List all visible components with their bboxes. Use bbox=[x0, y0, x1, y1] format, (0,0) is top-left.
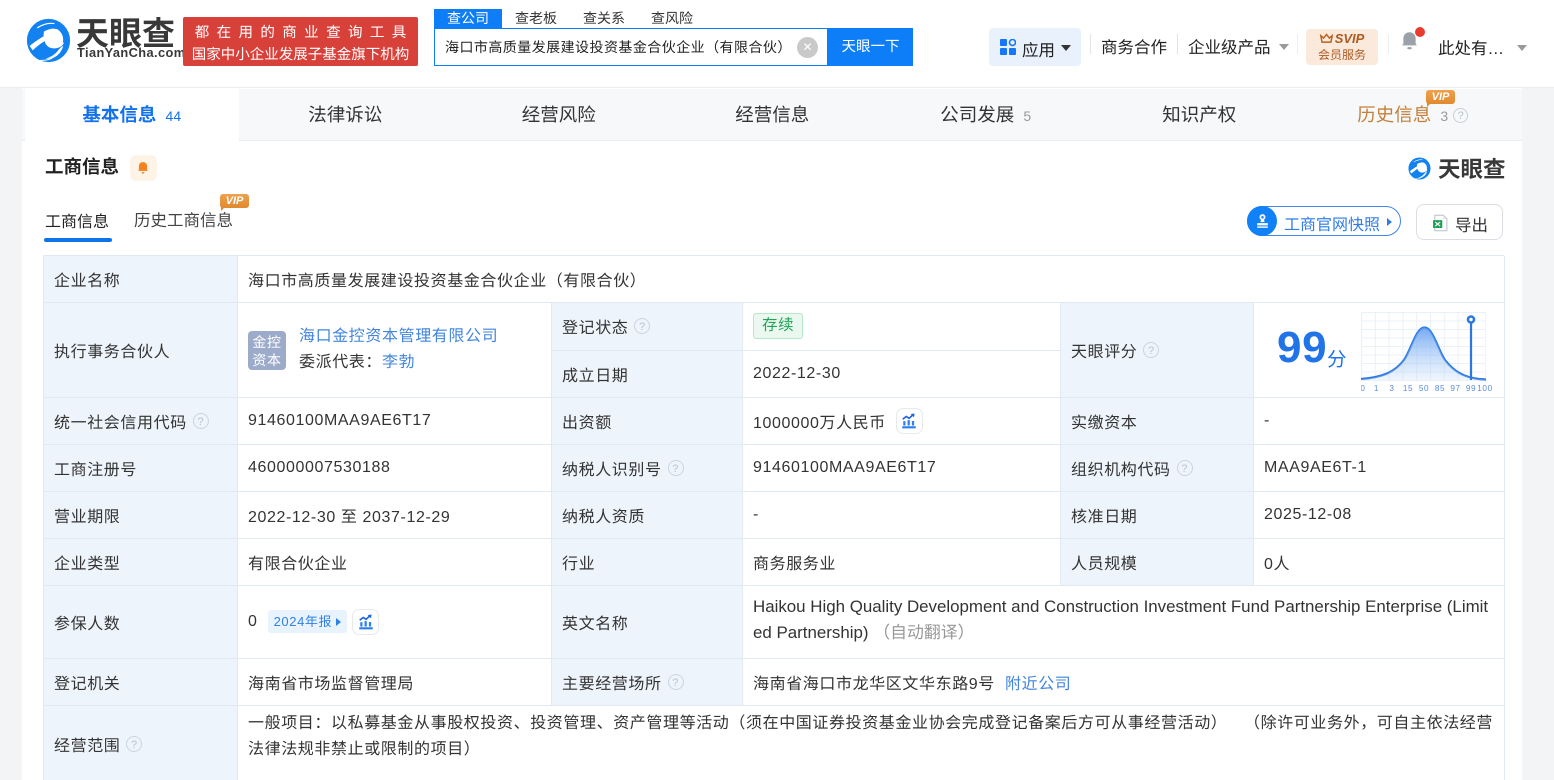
svg-text:15: 15 bbox=[1403, 384, 1413, 392]
svg-text:1: 1 bbox=[1374, 384, 1379, 392]
svg-text:97: 97 bbox=[1450, 384, 1460, 392]
svg-text:3: 3 bbox=[1389, 384, 1394, 392]
svg-text:85: 85 bbox=[1435, 384, 1445, 392]
svg-text:100: 100 bbox=[1477, 384, 1492, 392]
svg-text:0: 0 bbox=[1361, 384, 1366, 392]
svg-text:50: 50 bbox=[1419, 384, 1429, 392]
svg-text:99: 99 bbox=[1466, 384, 1476, 392]
